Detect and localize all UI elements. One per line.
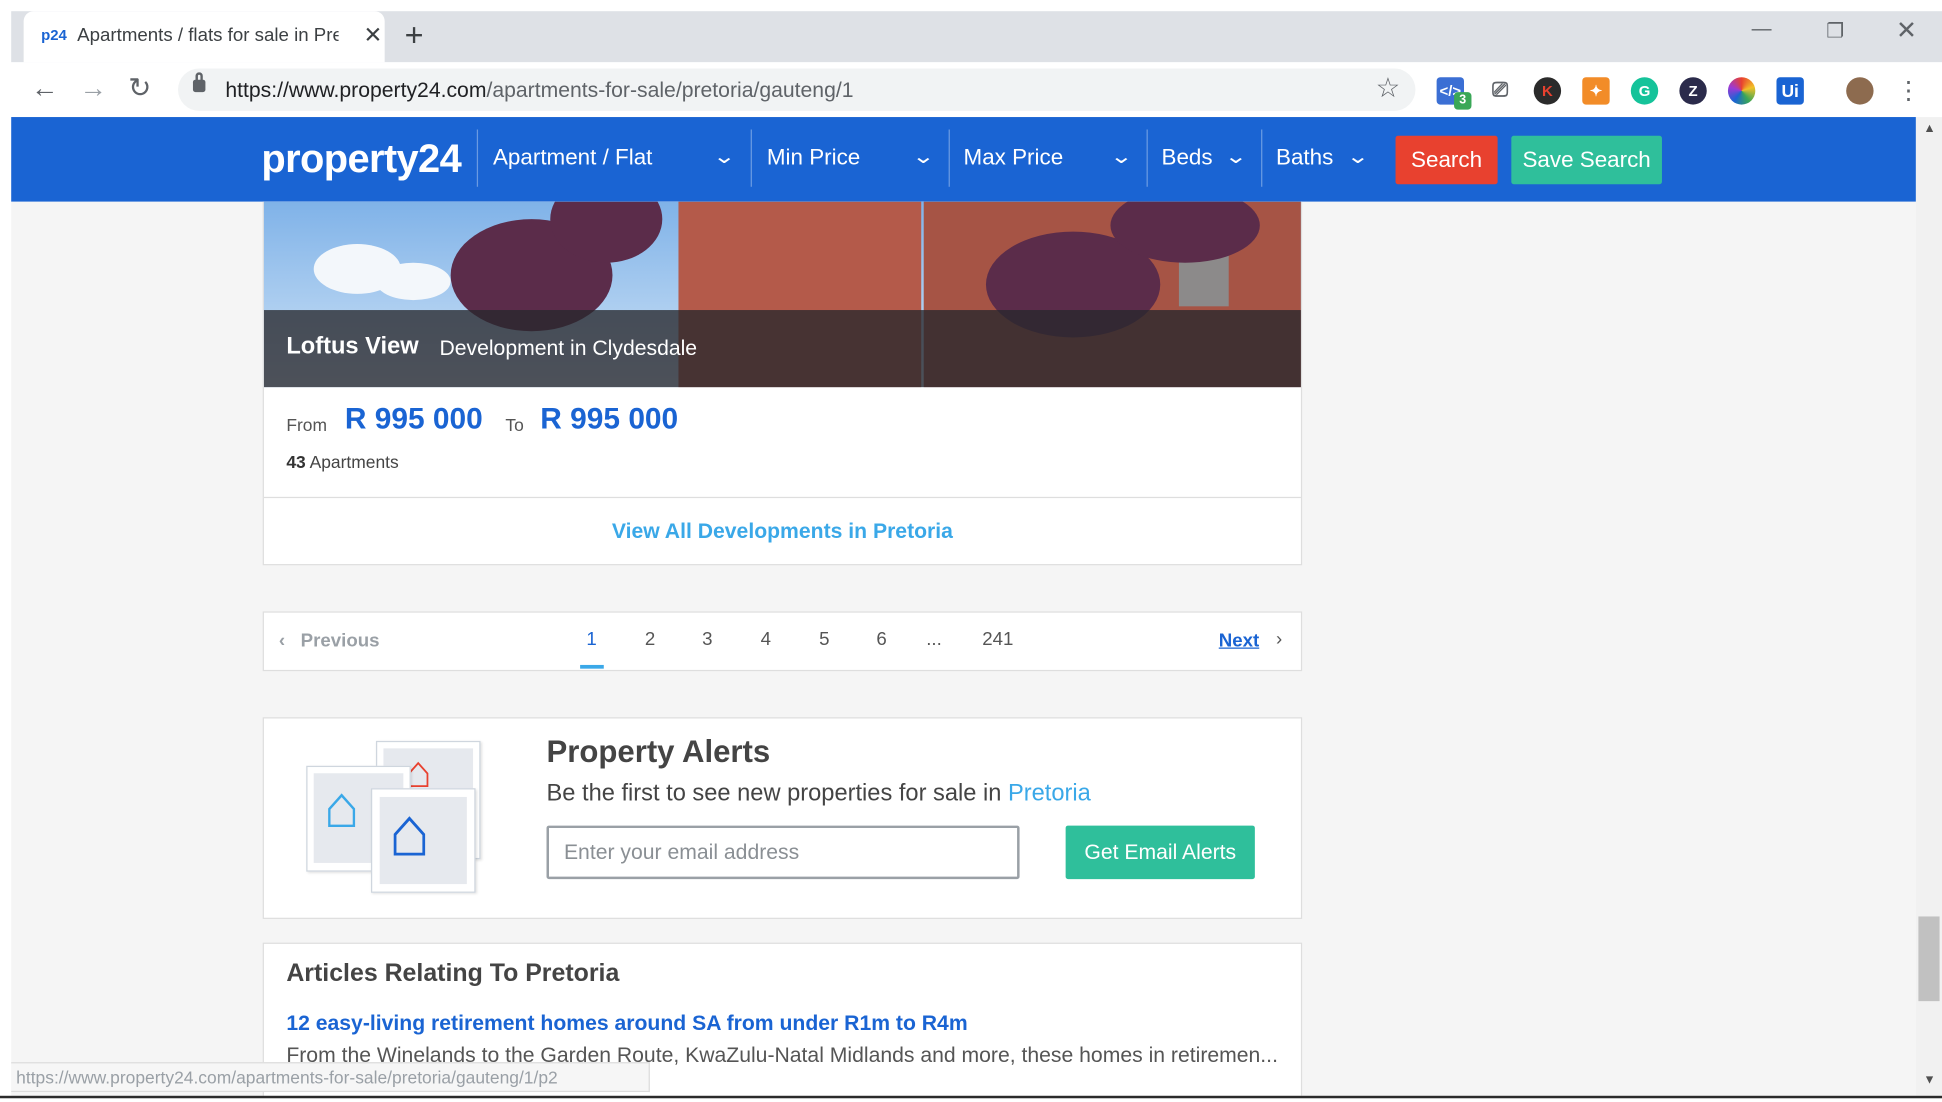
- house-icon: ⌂: [388, 791, 431, 871]
- page-content: Loftus View Development in Clydesdale Fr…: [11, 201, 1916, 1096]
- kebab-menu-icon[interactable]: ⋮: [1896, 75, 1921, 106]
- unit-count: 43 Apartments: [286, 452, 399, 472]
- chevron-down-icon[interactable]: ⌄: [712, 144, 735, 169]
- previous-page-button[interactable]: ‹ Previous: [279, 630, 380, 651]
- page-link-2[interactable]: 2: [645, 629, 655, 650]
- page-link-1[interactable]: 1: [586, 629, 596, 650]
- z-extension-icon[interactable]: Z: [1679, 77, 1707, 105]
- next-page-button[interactable]: Next: [1219, 630, 1259, 651]
- color-picker-icon[interactable]: [1727, 77, 1756, 105]
- divider: [263, 496, 1301, 499]
- divider: [750, 129, 752, 187]
- page-scrollbar[interactable]: ▲ ▼: [1915, 117, 1942, 1096]
- development-card[interactable]: Loftus View Development in Clydesdale Fr…: [262, 201, 1303, 566]
- cast-icon[interactable]: ⎚: [1486, 77, 1514, 105]
- page-link-4[interactable]: 4: [761, 629, 771, 650]
- page-link-3[interactable]: 3: [702, 629, 712, 650]
- price-to: R 995 000: [540, 402, 679, 436]
- url-text: https://www.property24.com/apartments-fo…: [225, 78, 854, 103]
- baths-select[interactable]: Baths: [1276, 144, 1333, 170]
- current-page-indicator: [580, 664, 604, 669]
- tab-strip: p24 Apartments / flats for sale in Pret …: [11, 11, 1942, 63]
- arrow-right-icon[interactable]: →: [80, 72, 107, 104]
- code-extension-icon[interactable]: </> 3: [1436, 77, 1472, 110]
- scroll-down-icon[interactable]: ▼: [1923, 1073, 1935, 1087]
- status-url-bar: https://www.property24.com/apartments-fo…: [11, 1062, 650, 1093]
- puzzle-extension-icon[interactable]: ✦: [1582, 77, 1610, 105]
- restore-icon[interactable]: ❐: [1826, 19, 1844, 44]
- email-field[interactable]: [546, 825, 1020, 880]
- close-window-icon[interactable]: ✕: [1896, 15, 1917, 46]
- star-icon[interactable]: ☆: [1376, 72, 1401, 104]
- photo-caption-bar: [263, 310, 1301, 388]
- address-bar[interactable]: https://www.property24.com/apartments-fo…: [178, 68, 1416, 111]
- blue-house-icon: ⌂: [323, 774, 360, 841]
- save-search-button[interactable]: Save Search: [1511, 135, 1662, 185]
- lock-icon: [192, 72, 206, 93]
- chevron-down-icon[interactable]: ⌄: [1224, 144, 1247, 169]
- max-price-select[interactable]: Max Price: [964, 144, 1064, 170]
- city-link[interactable]: Pretoria: [1008, 781, 1091, 807]
- new-tab-icon[interactable]: +: [405, 16, 424, 55]
- minimize-icon[interactable]: —: [1752, 19, 1772, 41]
- favicon-icon: p24: [41, 26, 67, 44]
- chevron-down-icon[interactable]: ⌄: [1110, 144, 1133, 169]
- chevron-right-icon[interactable]: ›: [1276, 629, 1282, 650]
- close-tab-icon[interactable]: ✕: [364, 22, 383, 48]
- beds-select[interactable]: Beds: [1161, 144, 1212, 170]
- house-alert-illustration: ⌂ ⌂ ⌂: [306, 740, 483, 893]
- grammarly-icon[interactable]: G: [1630, 77, 1659, 105]
- view-all-developments-link[interactable]: View All Developments in Pretoria: [264, 519, 1301, 544]
- extension-badge: 3: [1454, 92, 1472, 110]
- development-photo[interactable]: Loftus View Development in Clydesdale: [263, 201, 1301, 388]
- chevron-down-icon[interactable]: ⌄: [912, 144, 935, 169]
- chevron-down-icon[interactable]: ⌄: [1346, 144, 1369, 169]
- development-subtitle: Development in Clydesdale: [439, 336, 698, 360]
- divider: [948, 129, 950, 187]
- get-email-alerts-button[interactable]: Get Email Alerts: [1065, 825, 1255, 880]
- k-extension-icon[interactable]: K: [1533, 77, 1562, 105]
- browser-toolbar: ← → ↻ https://www.property24.com/apartme…: [11, 62, 1942, 118]
- divider: [476, 129, 479, 187]
- arrow-left-icon[interactable]: ←: [31, 72, 58, 104]
- property-alerts: ⌂ ⌂ ⌂ Property Alerts Be the first to se…: [262, 717, 1303, 919]
- tab-title: Apartments / flats for sale in Pret: [77, 24, 339, 47]
- browser-tab[interactable]: p24 Apartments / flats for sale in Pret …: [23, 11, 385, 63]
- price-from: R 995 000: [344, 402, 483, 436]
- chevron-left-icon: ‹: [278, 630, 286, 652]
- divider: [1146, 129, 1148, 187]
- scroll-up-icon[interactable]: ▲: [1923, 122, 1935, 136]
- property-type-select[interactable]: Apartment / Flat: [493, 144, 652, 170]
- price-from-label: From: [286, 414, 328, 435]
- min-price-select[interactable]: Min Price: [767, 144, 860, 170]
- pagination: ‹ Previous 1 2 3 4 5 6 ... 241 Next ›: [262, 611, 1303, 672]
- site-header: property24 Apartment / Flat ⌄ Min Price …: [11, 117, 1916, 202]
- page-link-6[interactable]: 6: [876, 629, 886, 650]
- alerts-subtitle: Be the first to see new properties for s…: [546, 780, 1091, 807]
- scroll-thumb[interactable]: [1918, 916, 1940, 1002]
- alerts-title: Property Alerts: [546, 734, 771, 770]
- cloud-shape: [375, 262, 451, 301]
- avatar[interactable]: [1846, 77, 1874, 105]
- site-logo[interactable]: property24: [261, 136, 461, 182]
- search-button[interactable]: Search: [1395, 135, 1498, 185]
- development-name[interactable]: Loftus View: [286, 334, 418, 361]
- divider: [1261, 129, 1263, 187]
- page-ellipsis: ...: [926, 628, 942, 650]
- reload-icon[interactable]: ↻: [128, 72, 151, 104]
- page-link-last[interactable]: 241: [982, 629, 1013, 650]
- page-link-5[interactable]: 5: [819, 629, 829, 650]
- articles-heading: Articles Relating To Pretoria: [286, 960, 620, 988]
- uipath-icon[interactable]: Ui: [1776, 77, 1804, 105]
- window-bottom-edge: [0, 1095, 1942, 1099]
- article-title-link[interactable]: 12 easy-living retirement homes around S…: [286, 1011, 967, 1036]
- price-to-label: To: [505, 414, 524, 435]
